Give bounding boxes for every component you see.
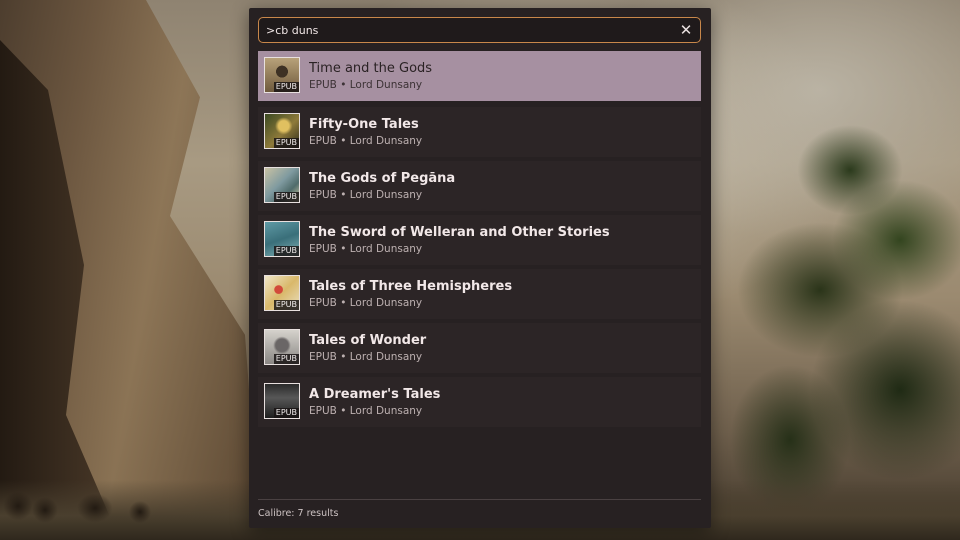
close-icon[interactable]: ✕ [680, 21, 693, 39]
status-text: Calibre: 7 results [258, 508, 339, 519]
result-title: Tales of Three Hemispheres [309, 279, 513, 294]
result-item[interactable]: EPUB Tales of Three Hemispheres EPUB • L… [258, 269, 701, 319]
result-title: Tales of Wonder [309, 333, 427, 348]
result-item[interactable]: EPUB The Gods of Pegāna EPUB • Lord Duns… [258, 161, 701, 211]
book-cover-icon: EPUB [264, 275, 300, 311]
wallpaper-shrubs [0, 484, 170, 528]
wallpaper-trees [700, 110, 960, 540]
result-title: Time and the Gods [309, 61, 433, 76]
result-subtitle: EPUB • Lord Dunsany [309, 297, 423, 309]
format-badge: EPUB [273, 354, 299, 364]
result-subtitle: EPUB • Lord Dunsany [309, 405, 423, 417]
clear-search-button[interactable]: ✕ [677, 21, 695, 39]
result-subtitle: EPUB • Lord Dunsany [309, 189, 423, 201]
format-badge: EPUB [273, 300, 299, 310]
result-item[interactable]: EPUB Tales of Wonder EPUB • Lord Dunsany [258, 323, 701, 373]
search-box[interactable]: ✕ [258, 17, 701, 43]
book-cover-icon: EPUB [264, 329, 300, 365]
format-badge: EPUB [273, 246, 299, 256]
book-cover-icon: EPUB [264, 167, 300, 203]
result-item[interactable]: EPUB The Sword of Welleran and Other Sto… [258, 215, 701, 265]
result-subtitle: EPUB • Lord Dunsany [309, 243, 423, 255]
result-item[interactable]: EPUB Time and the Gods EPUB • Lord Dunsa… [258, 51, 701, 101]
format-badge: EPUB [273, 408, 299, 418]
search-input[interactable] [266, 21, 666, 39]
format-badge: EPUB [273, 138, 299, 148]
result-subtitle: EPUB • Lord Dunsany [309, 79, 423, 91]
book-cover-icon: EPUB [264, 221, 300, 257]
result-title: The Gods of Pegāna [309, 171, 456, 186]
result-subtitle: EPUB • Lord Dunsany [309, 351, 423, 363]
result-item[interactable]: EPUB Fifty-One Tales EPUB • Lord Dunsany [258, 107, 701, 157]
format-badge: EPUB [273, 192, 299, 202]
result-title: A Dreamer's Tales [309, 387, 441, 402]
result-subtitle: EPUB • Lord Dunsany [309, 135, 423, 147]
result-title: Fifty-One Tales [309, 117, 419, 132]
footer-divider [258, 499, 701, 500]
result-item[interactable]: EPUB A Dreamer's Tales EPUB • Lord Dunsa… [258, 377, 701, 427]
book-cover-icon: EPUB [264, 113, 300, 149]
format-badge: EPUB [273, 82, 299, 92]
result-title: The Sword of Welleran and Other Stories [309, 225, 610, 240]
launcher-panel: ✕ EPUB Time and the Gods EPUB • Lord Dun… [249, 8, 711, 528]
book-cover-icon: EPUB [264, 383, 300, 419]
book-cover-icon: EPUB [264, 57, 300, 93]
